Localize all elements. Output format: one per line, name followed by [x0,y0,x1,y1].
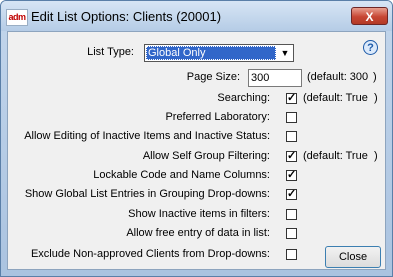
list-type-select[interactable]: Global Only ▼ [144,44,294,62]
show-global-entries-label: Show Global List Entries in Grouping Dro… [24,188,270,200]
show-inactive-filters-label: Show Inactive items in filters: [128,208,270,220]
allow-editing-inactive-checkbox[interactable] [286,131,297,142]
allow-free-entry-label: Allow free entry of data in list: [126,227,270,239]
searching-checkbox[interactable]: ✓ [286,93,297,104]
dialog-content: ? List Type: Global Only ▼ Page Size: 30… [7,31,386,270]
allow-editing-inactive-label: Allow Editing of Inactive Items and Inac… [24,130,270,142]
list-type-label: List Type: [87,46,134,58]
window-title: Edit List Options: Clients (20001) [31,9,222,24]
exclude-non-approved-checkbox[interactable] [286,249,297,260]
self-group-default-note: (default: True [303,150,368,162]
allow-self-group-filtering-label: Allow Self Group Filtering: [142,150,270,162]
close-button[interactable]: Close [325,246,381,268]
searching-default-note: (default: True [303,92,368,104]
searching-default-close: ) [374,92,378,104]
lockable-columns-checkbox[interactable]: ✓ [286,170,297,181]
lockable-columns-label: Lockable Code and Name Columns: [93,169,270,181]
help-icon[interactable]: ? [363,40,378,55]
dialog-window: adm Edit List Options: Clients (20001) X… [0,0,393,277]
show-global-entries-checkbox[interactable]: ✓ [286,189,297,200]
chevron-down-icon[interactable]: ▼ [278,46,292,60]
preferred-laboratory-label: Preferred Laboratory: [165,111,270,123]
page-size-label: Page Size: [186,71,240,83]
show-inactive-filters-checkbox[interactable] [286,209,297,220]
title-bar: adm Edit List Options: Clients (20001) X [1,1,392,31]
page-size-input[interactable]: 300 [248,69,302,87]
page-size-default-note: (default: 300 [307,71,369,83]
exclude-non-approved-label: Exclude Non-approved Clients from Drop-d… [30,248,270,260]
list-type-selected-value: Global Only [146,46,276,60]
preferred-laboratory-checkbox[interactable] [286,112,297,123]
self-group-default-close: ) [374,150,378,162]
app-logo-icon: adm [6,9,28,26]
close-window-button[interactable]: X [351,7,388,25]
page-size-default-close: ) [373,71,377,83]
allow-self-group-filtering-checkbox[interactable]: ✓ [286,151,297,162]
allow-free-entry-checkbox[interactable] [286,228,297,239]
searching-label: Searching: [217,92,270,104]
